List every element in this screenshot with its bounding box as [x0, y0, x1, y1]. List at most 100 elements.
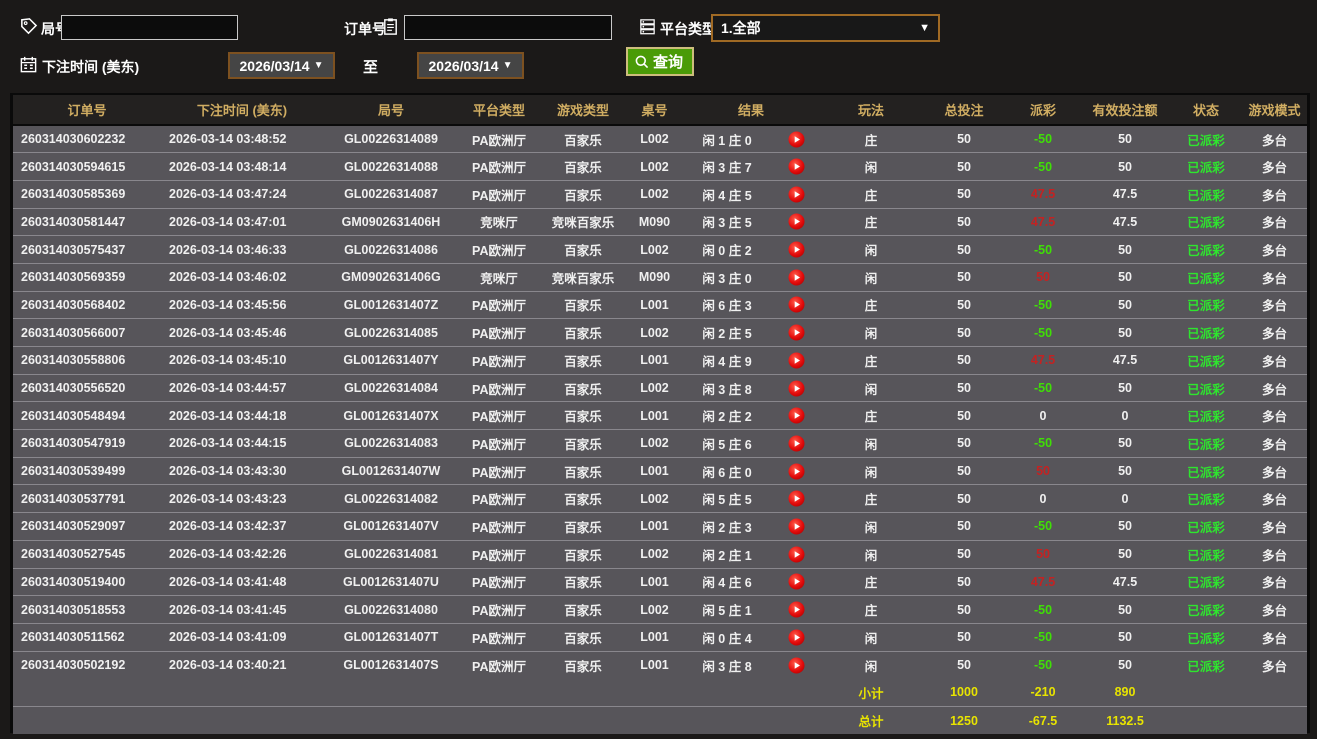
mode-cell: 多台 [1242, 485, 1307, 513]
calendar-icon [19, 55, 38, 74]
play-replay-button[interactable] [788, 518, 805, 535]
platform-icon [638, 17, 657, 36]
date-to-picker[interactable]: 2026/03/14 ▼ [417, 52, 524, 79]
grand-total-row: 总计 1250 -67.5 1132.5 [13, 706, 1307, 734]
valid-bet-cell: 50 [1080, 540, 1170, 568]
play-replay-button[interactable] [788, 407, 805, 424]
mode-cell: 多台 [1242, 457, 1307, 485]
valid-bet-cell: 50 [1080, 236, 1170, 264]
table-header-row: 订单号 下注时间 (美东) 局号 平台类型 游戏类型 桌号 结果 玩法 总投注 … [13, 95, 1307, 125]
play-replay-button[interactable] [788, 657, 805, 674]
date-from-picker[interactable]: 2026/03/14 ▼ [228, 52, 335, 79]
payout-cell: 47.5 [1006, 347, 1080, 375]
col-header-total-bet: 总投注 [922, 95, 1006, 125]
play-replay-button[interactable] [788, 601, 805, 618]
play-type-cell: 闲 [820, 457, 922, 485]
bet-time-cell: 2026-03-14 03:48:52 [161, 125, 323, 153]
play-replay-button[interactable] [788, 213, 805, 230]
table-row: 260314030569359 2026-03-14 03:46:02 GM09… [13, 263, 1307, 291]
play-replay-button[interactable] [788, 296, 805, 313]
bet-time-cell: 2026-03-14 03:44:18 [161, 402, 323, 430]
search-button[interactable]: 查询 [626, 47, 694, 76]
round-id-cell: GL0012631407Y [323, 347, 459, 375]
total-bet-cell: 50 [922, 596, 1006, 624]
status-cell: 已派彩 [1170, 651, 1242, 679]
filter-bar: 局号 订单号 平台类型 1.全部 ▼ 下注时间 (美东) 2026/03/14 … [0, 0, 1317, 92]
bet-time-cell: 2026-03-14 03:45:56 [161, 291, 323, 319]
order-id-cell: 260314030558806 [13, 347, 161, 375]
play-replay-button[interactable] [788, 380, 805, 397]
bet-time-cell: 2026-03-14 03:44:57 [161, 374, 323, 402]
play-replay-button[interactable] [788, 573, 805, 590]
status-cell: 已派彩 [1170, 457, 1242, 485]
play-replay-button[interactable] [788, 131, 805, 148]
order-id-input[interactable] [404, 15, 612, 40]
bet-time-cell: 2026-03-14 03:47:24 [161, 180, 323, 208]
round-id-cell: GL0012631407U [323, 568, 459, 596]
col-header-platform: 平台类型 [459, 95, 539, 125]
game-type-cell: 百家乐 [539, 236, 627, 264]
play-type-cell: 庄 [820, 208, 922, 236]
play-replay-button[interactable] [788, 269, 805, 286]
play-replay-button[interactable] [788, 324, 805, 341]
replay-cell [772, 457, 820, 485]
total-bet-cell: 50 [922, 125, 1006, 153]
mode-cell: 多台 [1242, 596, 1307, 624]
col-header-order-id: 订单号 [13, 95, 161, 125]
play-replay-button[interactable] [788, 435, 805, 452]
play-replay-button[interactable] [788, 490, 805, 507]
valid-bet-cell: 0 [1080, 402, 1170, 430]
play-replay-button[interactable] [788, 158, 805, 175]
bet-time-cell: 2026-03-14 03:41:45 [161, 596, 323, 624]
replay-cell [772, 347, 820, 375]
play-replay-button[interactable] [788, 546, 805, 563]
subtotal-valid-bet: 890 [1080, 679, 1170, 707]
play-replay-button[interactable] [788, 241, 805, 258]
table-body: 260314030602232 2026-03-14 03:48:52 GL00… [13, 125, 1307, 679]
replay-cell [772, 568, 820, 596]
play-replay-button[interactable] [788, 352, 805, 369]
result-cell: 闲 3 庄 5 [682, 208, 772, 236]
mode-cell: 多台 [1242, 347, 1307, 375]
table-id-cell: L001 [627, 402, 682, 430]
result-cell: 闲 2 庄 1 [682, 540, 772, 568]
play-replay-button[interactable] [788, 463, 805, 480]
table-id-cell: L002 [627, 374, 682, 402]
platform-cell: PA欧洲厅 [459, 402, 539, 430]
platform-cell: PA欧洲厅 [459, 347, 539, 375]
table-row: 260314030529097 2026-03-14 03:42:37 GL00… [13, 513, 1307, 541]
status-cell: 已派彩 [1170, 291, 1242, 319]
game-type-cell: 竞咪百家乐 [539, 208, 627, 236]
bet-time-cell: 2026-03-14 03:45:46 [161, 319, 323, 347]
status-cell: 已派彩 [1170, 319, 1242, 347]
platform-type-select[interactable]: 1.全部 ▼ [711, 14, 940, 42]
result-cell: 闲 5 庄 1 [682, 596, 772, 624]
order-id-cell: 260314030568402 [13, 291, 161, 319]
payout-cell: 0 [1006, 402, 1080, 430]
game-type-cell: 百家乐 [539, 568, 627, 596]
table-row: 260314030539499 2026-03-14 03:43:30 GL00… [13, 457, 1307, 485]
replay-cell [772, 153, 820, 181]
grand-total-total-bet: 1250 [922, 706, 1006, 734]
round-id-input[interactable] [61, 15, 238, 40]
result-cell: 闲 0 庄 2 [682, 236, 772, 264]
mode-cell: 多台 [1242, 540, 1307, 568]
play-replay-button[interactable] [788, 629, 805, 646]
bet-time-label: 下注时间 (美东) [42, 57, 139, 77]
play-replay-button[interactable] [788, 186, 805, 203]
platform-cell: PA欧洲厅 [459, 374, 539, 402]
game-type-cell: 百家乐 [539, 623, 627, 651]
play-type-cell: 庄 [820, 291, 922, 319]
result-cell: 闲 3 庄 8 [682, 374, 772, 402]
payout-cell: -50 [1006, 596, 1080, 624]
col-header-payout: 派彩 [1006, 95, 1080, 125]
replay-cell [772, 485, 820, 513]
play-type-cell: 庄 [820, 568, 922, 596]
platform-cell: PA欧洲厅 [459, 125, 539, 153]
col-header-bet-time: 下注时间 (美东) [161, 95, 323, 125]
valid-bet-cell: 47.5 [1080, 208, 1170, 236]
replay-cell [772, 125, 820, 153]
table-id-cell: L001 [627, 623, 682, 651]
total-bet-cell: 50 [922, 623, 1006, 651]
order-id-cell: 260314030527545 [13, 540, 161, 568]
